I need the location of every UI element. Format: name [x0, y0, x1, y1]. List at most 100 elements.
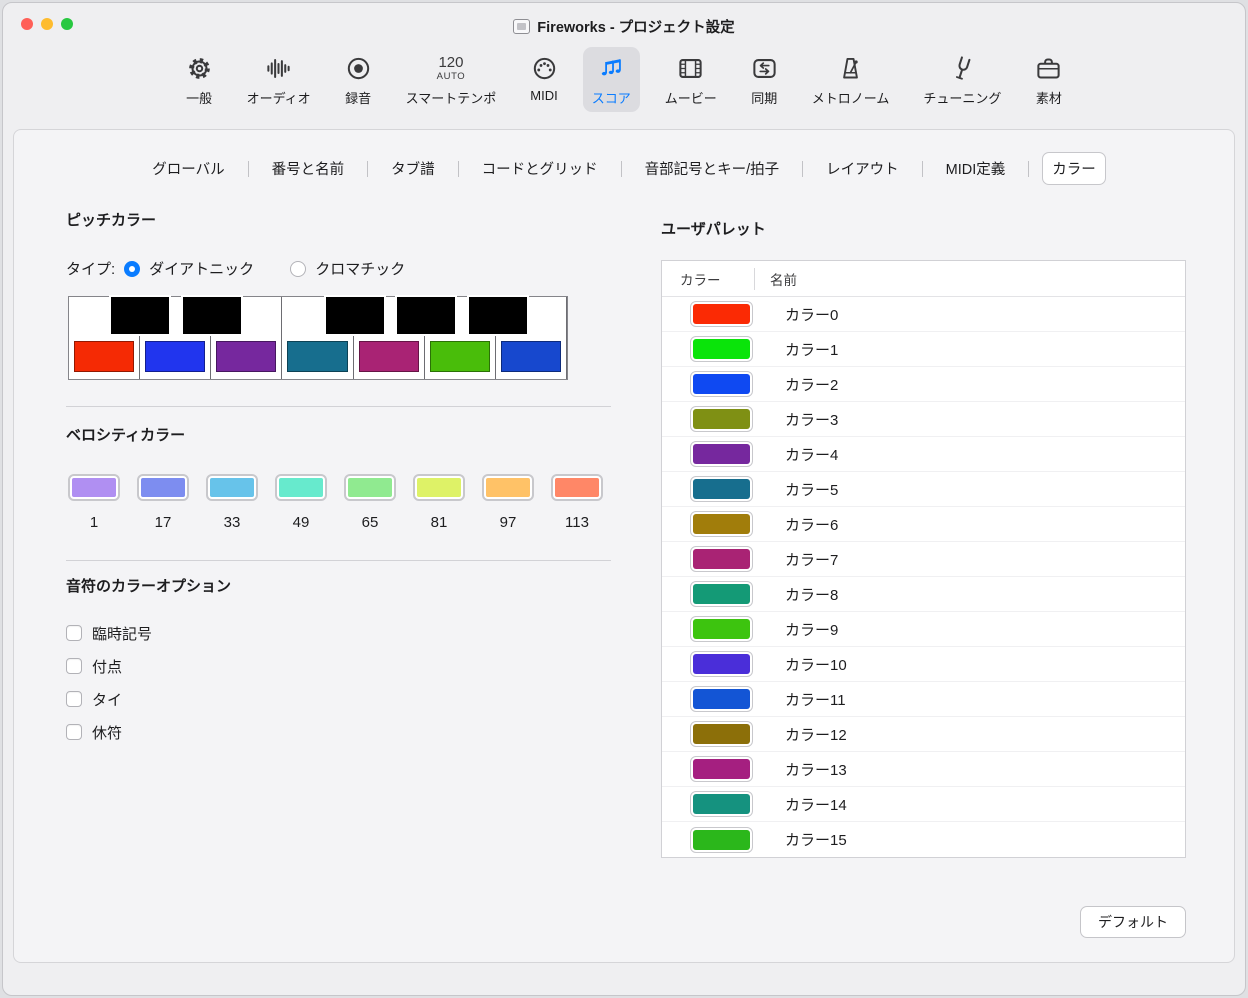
palette-color-well[interactable]	[690, 581, 753, 607]
radio-diatonic[interactable]	[124, 261, 140, 277]
radio-chromatic-label[interactable]: クロマチック	[315, 258, 405, 279]
velocity-color-well[interactable]	[206, 474, 258, 501]
palette-color-well[interactable]	[690, 476, 753, 502]
radio-diatonic-label[interactable]: ダイアトニック	[149, 258, 254, 279]
palette-color-well[interactable]	[690, 827, 753, 853]
palette-color-name[interactable]: カラー1	[785, 339, 838, 360]
palette-row[interactable]: カラー6	[662, 507, 1185, 542]
palette-row[interactable]: カラー9	[662, 612, 1185, 647]
palette-color-name[interactable]: カラー3	[785, 409, 838, 430]
toolbar-item-tuning[interactable]: チューニング	[914, 47, 1010, 112]
tab-colors[interactable]: カラー	[1042, 152, 1106, 185]
palette-color-name[interactable]: カラー2	[785, 374, 838, 395]
palette-color-name[interactable]: カラー12	[785, 724, 847, 745]
checkbox-dots[interactable]	[66, 658, 82, 674]
palette-color-well[interactable]	[690, 511, 753, 537]
checkbox-row-ties[interactable]: タイ	[66, 690, 611, 708]
velocity-color-well[interactable]	[137, 474, 189, 501]
palette-row[interactable]: カラー7	[662, 542, 1185, 577]
palette-color-well[interactable]	[690, 406, 753, 432]
palette-row[interactable]: カラー4	[662, 437, 1185, 472]
tab-layout[interactable]: レイアウト	[816, 152, 909, 185]
palette-row[interactable]: カラー1	[662, 332, 1185, 367]
palette-row[interactable]: カラー5	[662, 472, 1185, 507]
tab-numbers-names[interactable]: 番号と名前	[262, 152, 355, 185]
checkbox-row-rests[interactable]: 休符	[66, 723, 611, 741]
tab-midi-meaning[interactable]: MIDI定義	[936, 152, 1016, 185]
toolbar-item-assets[interactable]: 素材	[1026, 47, 1071, 112]
checkbox-row-accidentals[interactable]: 臨時記号	[66, 624, 611, 642]
palette-row[interactable]: カラー15	[662, 822, 1185, 857]
palette-color-name[interactable]: カラー7	[785, 549, 838, 570]
velocity-color-well[interactable]	[344, 474, 396, 501]
tab-clefs-signatures[interactable]: 音部記号とキー/拍子	[635, 152, 790, 185]
pitch-color-swatch[interactable]	[501, 341, 561, 372]
palette-color-name[interactable]: カラー6	[785, 514, 838, 535]
pitch-color-swatch[interactable]	[359, 341, 419, 372]
velocity-color-well[interactable]	[482, 474, 534, 501]
palette-color-well[interactable]	[690, 791, 753, 817]
palette-color-well[interactable]	[690, 301, 753, 327]
checkbox-accidentals[interactable]	[66, 625, 82, 641]
palette-color-well[interactable]	[690, 756, 753, 782]
palette-color-name[interactable]: カラー9	[785, 619, 838, 640]
palette-row[interactable]: カラー12	[662, 717, 1185, 752]
velocity-color-well[interactable]	[551, 474, 603, 501]
palette-color-name[interactable]: カラー13	[785, 759, 847, 780]
tab-tablature[interactable]: タブ譜	[381, 152, 445, 185]
toolbar-item-recording[interactable]: 録音	[336, 47, 381, 112]
palette-row[interactable]: カラー14	[662, 787, 1185, 822]
palette-color-well[interactable]	[690, 441, 753, 467]
palette-row[interactable]: カラー13	[662, 752, 1185, 787]
pitch-color-swatch[interactable]	[74, 341, 134, 372]
checkbox-ties[interactable]	[66, 691, 82, 707]
palette-row[interactable]: カラー2	[662, 367, 1185, 402]
palette-color-name[interactable]: カラー4	[785, 444, 838, 465]
velocity-color-well[interactable]	[68, 474, 120, 501]
palette-color-name[interactable]: カラー15	[785, 829, 847, 850]
palette-color-well[interactable]	[690, 336, 753, 362]
palette-row[interactable]: カラー10	[662, 647, 1185, 682]
palette-color-name[interactable]: カラー5	[785, 479, 838, 500]
palette-row[interactable]: カラー8	[662, 577, 1185, 612]
pitch-color-swatch[interactable]	[216, 341, 276, 372]
toolbar-item-midi[interactable]: MIDI	[521, 47, 566, 108]
pitch-color-swatch[interactable]	[430, 341, 490, 372]
toolbar-item-audio[interactable]: オーディオ	[238, 47, 320, 112]
pitch-color-swatch[interactable]	[145, 341, 205, 372]
palette-color-well[interactable]	[690, 721, 753, 747]
tab-divider	[248, 161, 249, 177]
tab-chords-grids[interactable]: コードとグリッド	[472, 152, 608, 185]
velocity-color-well[interactable]	[275, 474, 327, 501]
palette-color-well[interactable]	[690, 546, 753, 572]
toolbar-item-smart-tempo[interactable]: 120 AUTO スマートテンポ	[397, 47, 506, 112]
velocity-color-well[interactable]	[413, 474, 465, 501]
palette-color-well[interactable]	[690, 686, 753, 712]
palette-color-name[interactable]: カラー0	[785, 304, 838, 325]
toolbar-item-metronome[interactable]: メトロノーム	[803, 47, 899, 112]
palette-color-name[interactable]: カラー8	[785, 584, 838, 605]
palette-row[interactable]: カラー3	[662, 402, 1185, 437]
palette-color-name[interactable]: カラー11	[785, 689, 846, 710]
palette-color-name[interactable]: カラー14	[785, 794, 847, 815]
default-button[interactable]: デフォルト	[1080, 906, 1186, 938]
toolbar-item-movie[interactable]: ムービー	[656, 47, 726, 112]
palette-color-well[interactable]	[690, 616, 753, 642]
palette-row[interactable]: カラー0	[662, 297, 1185, 332]
tab-global[interactable]: グローバル	[142, 152, 234, 185]
palette-color-well[interactable]	[690, 371, 753, 397]
palette-row[interactable]: カラー11	[662, 682, 1185, 717]
checkbox-rests[interactable]	[66, 724, 82, 740]
palette-color-name[interactable]: カラー10	[785, 654, 847, 675]
radio-chromatic[interactable]	[290, 261, 306, 277]
pitch-color-swatch[interactable]	[287, 341, 347, 372]
toolbar-item-synchronization[interactable]: 同期	[742, 47, 787, 112]
palette-color-fill	[693, 304, 750, 324]
close-button[interactable]	[21, 18, 33, 30]
toolbar-item-general[interactable]: 一般	[177, 47, 222, 112]
toolbar-item-score[interactable]: スコア	[583, 47, 640, 112]
zoom-button[interactable]	[61, 18, 73, 30]
minimize-button[interactable]	[41, 18, 53, 30]
checkbox-row-dots[interactable]: 付点	[66, 657, 611, 675]
palette-color-well[interactable]	[690, 651, 753, 677]
